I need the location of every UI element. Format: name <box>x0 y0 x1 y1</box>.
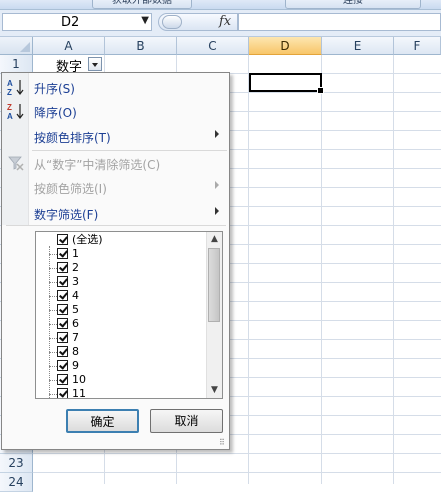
list-item-label: 7 <box>72 331 79 344</box>
menu-label: 按颜色筛选(I) <box>34 182 107 196</box>
formula-input[interactable] <box>238 13 441 31</box>
autofilter-menu: A Z 升序(S) Z A 降序(O) 按颜色排序(T) 从“数字”中清除筛选(… <box>1 72 230 450</box>
checkbox[interactable] <box>57 360 68 371</box>
grid-line <box>33 472 441 473</box>
checkbox[interactable] <box>57 276 68 287</box>
svg-text:A: A <box>7 79 13 88</box>
list-item-label: (全选) <box>72 233 103 246</box>
list-item[interactable]: 6 <box>36 317 206 331</box>
list-item[interactable]: 9 <box>36 359 206 373</box>
list-item-select-all[interactable]: (全选) <box>36 233 206 247</box>
sort-ascending-icon: A Z <box>7 79 24 96</box>
expand-handle-icon[interactable] <box>162 15 182 29</box>
ribbon-strip: 获取外部数据 连接 <box>0 0 441 10</box>
grid-line <box>321 55 322 484</box>
list-item[interactable]: 3 <box>36 275 206 289</box>
submenu-arrow-icon <box>215 130 219 138</box>
list-item-label: 1 <box>72 247 79 260</box>
menu-label: 从“数字”中清除筛选(C) <box>34 158 161 172</box>
resize-grip-icon[interactable]: ⠿ <box>219 439 227 447</box>
column-header-a[interactable]: A <box>33 37 105 55</box>
list-item-label: 5 <box>72 303 79 316</box>
checkbox[interactable] <box>57 388 68 398</box>
menu-separator <box>32 150 227 151</box>
menu-item-number-filters[interactable]: 数字筛选(F) <box>2 202 229 224</box>
grid-line <box>393 55 394 484</box>
checkbox[interactable] <box>57 332 68 343</box>
get-external-data-button[interactable]: 获取外部数据 <box>92 0 192 9</box>
select-all-corner[interactable] <box>0 37 33 55</box>
list-item[interactable]: 5 <box>36 303 206 317</box>
menu-label: 降序(O) <box>34 106 77 120</box>
filter-value-list: (全选) 1 2 3 4 5 6 7 8 9 10 11 ▲ ▼ <box>35 231 223 399</box>
grid-line <box>248 55 249 484</box>
row-header-24[interactable]: 24 <box>0 473 33 492</box>
chevron-down-icon[interactable]: ▼ <box>141 15 149 26</box>
connections-button[interactable]: 连接 <box>285 0 421 9</box>
list-item-label: 11 <box>72 387 86 399</box>
checkbox[interactable] <box>57 346 68 357</box>
checkbox[interactable] <box>57 374 68 385</box>
list-item-label: 9 <box>72 359 79 372</box>
list-item[interactable]: 4 <box>36 289 206 303</box>
list-item-label: 6 <box>72 317 79 330</box>
scroll-up-icon[interactable]: ▲ <box>210 235 219 244</box>
list-item[interactable]: 10 <box>36 373 206 387</box>
list-item[interactable]: 1 <box>36 247 206 261</box>
list-item-label: 10 <box>72 373 86 386</box>
list-item[interactable]: 11 <box>36 387 206 399</box>
column-header-b[interactable]: B <box>105 37 177 55</box>
formula-bar: D2 ▼ fx <box>0 10 441 37</box>
checkbox[interactable] <box>57 304 68 315</box>
menu-separator <box>6 225 226 226</box>
checkbox[interactable] <box>57 290 68 301</box>
formula-controls: fx <box>158 13 238 31</box>
ok-button[interactable]: 确定 <box>66 409 139 433</box>
checkbox[interactable] <box>57 248 68 259</box>
active-cell-d2[interactable] <box>249 73 324 94</box>
insert-function-icon[interactable]: fx <box>219 14 231 29</box>
menu-item-sort-ascending[interactable]: A Z 升序(S) <box>2 76 229 98</box>
list-item-label: 4 <box>72 289 79 302</box>
menu-item-sort-descending[interactable]: Z A 降序(O) <box>2 100 229 122</box>
menu-item-sort-by-color[interactable]: 按颜色排序(T) <box>2 125 229 147</box>
menu-item-clear-filter: 从“数字”中清除筛选(C) <box>2 152 229 174</box>
submenu-arrow-icon <box>215 181 219 189</box>
sort-descending-icon: Z A <box>7 103 24 120</box>
name-box[interactable]: D2 ▼ <box>2 13 152 31</box>
checkbox[interactable] <box>57 262 68 273</box>
checkbox[interactable] <box>57 234 68 245</box>
column-header-d[interactable]: D <box>249 37 322 55</box>
list-scrollbar[interactable]: ▲ ▼ <box>206 232 222 398</box>
column-header-e[interactable]: E <box>322 37 394 55</box>
list-item-label: 8 <box>72 345 79 358</box>
row-header-23[interactable]: 23 <box>0 454 33 473</box>
menu-item-filter-by-color: 按颜色筛选(I) <box>2 176 229 198</box>
submenu-arrow-icon <box>215 207 219 215</box>
scroll-down-icon[interactable]: ▼ <box>210 386 219 395</box>
cancel-button[interactable]: 取消 <box>150 409 223 433</box>
menu-label: 数字筛选(F) <box>34 208 99 222</box>
svg-text:A: A <box>7 112 13 120</box>
svg-text:Z: Z <box>7 88 12 96</box>
autofilter-dropdown-button[interactable] <box>88 57 102 71</box>
list-item-label: 2 <box>72 261 79 274</box>
menu-label: 升序(S) <box>34 82 75 96</box>
column-header-c[interactable]: C <box>177 37 249 55</box>
name-box-value: D2 <box>61 15 80 30</box>
list-item[interactable]: 2 <box>36 261 206 275</box>
list-item-label: 3 <box>72 275 79 288</box>
svg-text:Z: Z <box>7 103 12 112</box>
list-item[interactable]: 8 <box>36 345 206 359</box>
checkbox[interactable] <box>57 318 68 329</box>
list-item[interactable]: 7 <box>36 331 206 345</box>
column-header-f[interactable]: F <box>394 37 441 55</box>
menu-label: 按颜色排序(T) <box>34 131 111 145</box>
grid-line <box>33 453 441 454</box>
clear-filter-icon <box>8 156 24 171</box>
scrollbar-thumb[interactable] <box>208 248 220 322</box>
